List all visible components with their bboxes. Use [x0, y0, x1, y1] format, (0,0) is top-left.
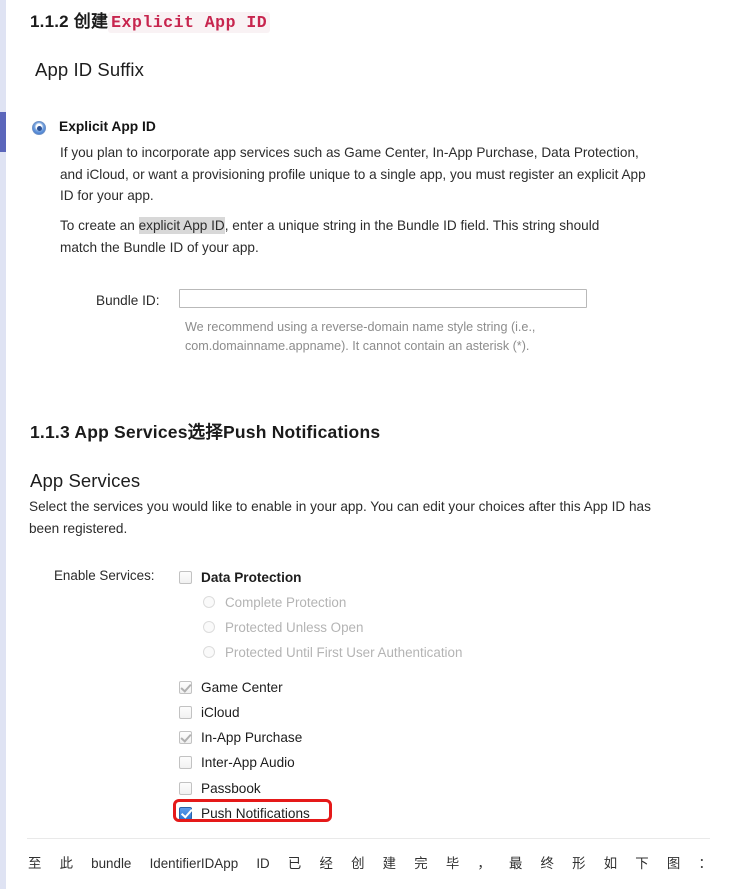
explicit-app-id-description: If you plan to incorporate app services … — [60, 145, 646, 203]
checkbox-row-passbook[interactable]: Passbook — [179, 779, 261, 797]
radio-label: Protected Until First User Authenticatio… — [225, 644, 463, 660]
checkbox-row-in-app-purchase[interactable]: In-App Purchase — [179, 728, 302, 746]
heading-1-1-3: 1.1.3 App Services选择Push Notifications — [30, 419, 380, 444]
caption-token: ， — [477, 856, 491, 871]
radio-explicit-app-id[interactable] — [32, 121, 46, 135]
caption-token: 最 — [508, 856, 523, 871]
checkbox-row-data-protection[interactable]: Data Protection — [179, 568, 301, 586]
caption-token: 建 — [382, 856, 397, 871]
checkbox-icon-passbook[interactable] — [179, 781, 192, 795]
caption-token: 创 — [351, 856, 365, 871]
panel-title-app-id-suffix: App ID Suffix — [35, 59, 144, 80]
checkbox-icon-in-app-purchase[interactable] — [179, 730, 192, 744]
heading-1-1-2: 1.1.2 创建 Explicit App ID — [30, 7, 271, 33]
checkbox-label: Game Center — [201, 679, 283, 695]
caption-token: 完 — [414, 856, 428, 871]
heading-1-1-3-text: App Services选择Push Notifications — [74, 422, 381, 442]
caption-token: IdentifierIDApp — [149, 856, 239, 871]
checkbox-label: Data Protection — [201, 569, 302, 585]
bundle-id-input[interactable] — [179, 289, 587, 308]
caption-token: 下 — [635, 856, 649, 871]
bundle-id-instructions: To create an explicit App ID, enter a un… — [60, 215, 640, 258]
caption-token: 至 — [28, 856, 42, 871]
checkbox-label: Inter-App Audio — [201, 754, 295, 770]
checkbox-label: iCloud — [201, 704, 240, 720]
checkbox-icon-icloud[interactable] — [179, 705, 192, 719]
caption-token: 此 — [59, 856, 73, 871]
bundle-id-label: Bundle ID: — [96, 293, 160, 308]
checkbox-label: In-App Purchase — [201, 729, 303, 745]
caption-token: 如 — [603, 856, 618, 871]
heading-1-1-2-code: Explicit App ID — [108, 12, 271, 33]
instructions-highlighted-phrase: explicit App ID — [138, 217, 225, 234]
radio-icon-protected-unless-open — [203, 621, 215, 633]
radio-explicit-app-id-label: Explicit App ID — [59, 119, 156, 134]
radio-row-complete-protection: Complete Protection — [203, 593, 346, 611]
heading-1-1-3-number: 1.1.3 — [30, 422, 70, 442]
caption-token: ： — [698, 856, 712, 871]
caption-token: ID — [256, 856, 270, 871]
instructions-part-1: To create an — [60, 218, 139, 233]
caption-token: 已 — [287, 856, 302, 871]
radio-label: Complete Protection — [225, 594, 347, 610]
radio-icon-complete-protection — [203, 596, 215, 608]
section-divider — [27, 838, 710, 839]
checkbox-icon-data-protection[interactable] — [179, 570, 192, 584]
checkbox-row-push-notifications[interactable]: Push Notifications — [179, 804, 310, 822]
caption-token: 经 — [319, 856, 333, 871]
caption-token: 形 — [572, 856, 586, 871]
bundle-id-hint-text: We recommend using a reverse-domain name… — [185, 320, 536, 353]
radio-icon-protected-until-first-user-authentication — [203, 646, 215, 658]
caption-token: 图 — [666, 856, 681, 871]
bottom-caption: 至 此 bundle IdentifierIDApp ID 已 经 创 建 完 毕 ， 最 终 形 如 下 图 ： — [28, 854, 712, 874]
checkbox-row-inter-app-audio[interactable]: Inter-App Audio — [179, 753, 295, 771]
checkbox-icon-push-notifications[interactable] — [179, 806, 192, 820]
enable-services-label: Enable Services: — [54, 568, 155, 583]
checkbox-icon-game-center[interactable] — [179, 680, 192, 694]
checkbox-row-icloud[interactable]: iCloud — [179, 703, 240, 721]
radio-label: Protected Unless Open — [225, 619, 364, 635]
checkbox-row-game-center[interactable]: Game Center — [179, 678, 283, 696]
panel-title-app-services: App Services — [30, 470, 141, 491]
caption-token: bundle — [91, 856, 132, 871]
heading-1-1-2-number: 1.1.2 — [30, 12, 69, 31]
app-services-description: Select the services you would like to en… — [29, 499, 651, 536]
checkbox-label: Push Notifications — [201, 805, 310, 821]
checkbox-label: Passbook — [201, 780, 261, 796]
heading-1-1-2-text: 创建 — [73, 12, 109, 31]
caption-token: 终 — [540, 856, 554, 871]
caption-token: 毕 — [445, 856, 460, 871]
radio-row-protected-until-first-user-authentication: Protected Until First User Authenticatio… — [203, 643, 462, 661]
document-page: 1.1.2 创建 Explicit App ID App ID Suffix Ex… — [0, 0, 736, 889]
checkbox-icon-inter-app-audio[interactable] — [179, 755, 192, 769]
radio-row-protected-unless-open: Protected Unless Open — [203, 618, 363, 636]
